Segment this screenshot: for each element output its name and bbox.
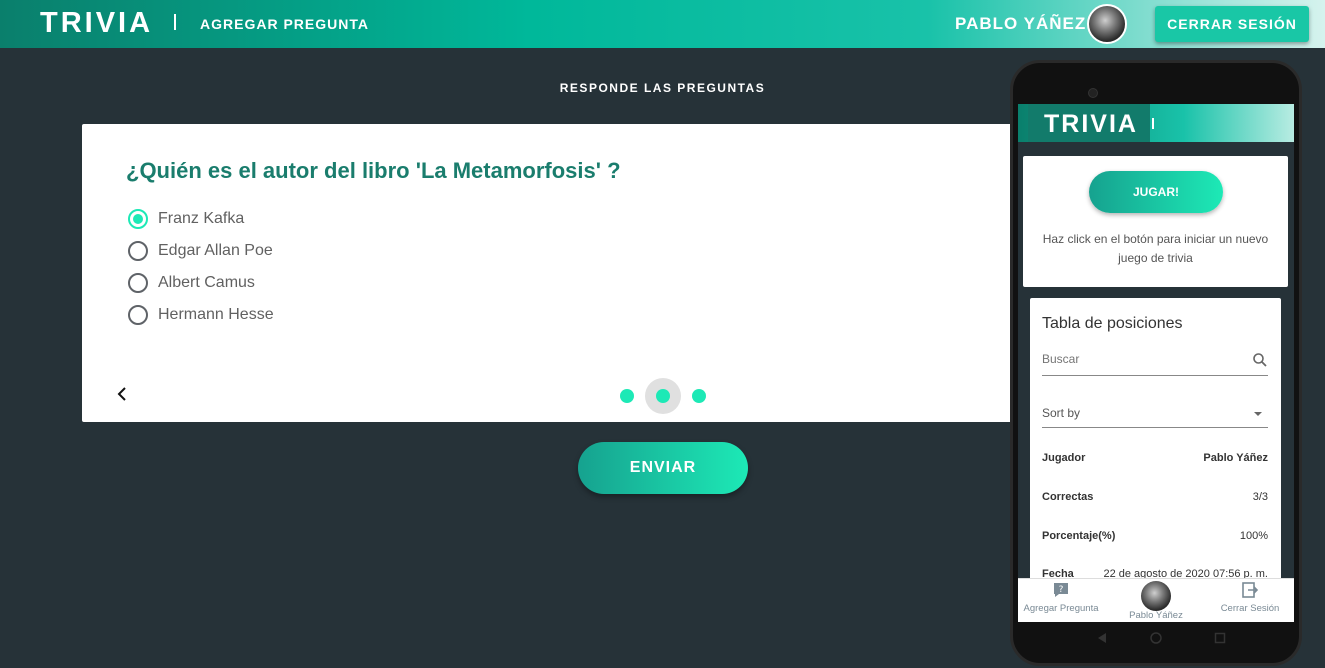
send-button[interactable]: ENVIAR xyxy=(578,442,748,494)
pagination-dot[interactable] xyxy=(692,389,706,403)
radio-checked[interactable] xyxy=(128,209,148,229)
row-value: 100% xyxy=(1239,530,1268,542)
search-input[interactable] xyxy=(1042,352,1242,366)
logout-button[interactable]: CERRAR SESIÓN xyxy=(1155,6,1309,42)
bottom-nav-label: Agregar Pregunta xyxy=(1023,603,1099,614)
row-value: Pablo Yáñez xyxy=(1203,452,1268,464)
radio-unchecked[interactable] xyxy=(128,241,148,261)
row-key: Porcentaje(%) xyxy=(1042,530,1116,542)
answer-label: Hermann Hesse xyxy=(158,306,274,323)
row-value: 3/3 xyxy=(1252,491,1268,503)
bottom-nav-label: Pablo Yáñez xyxy=(1129,610,1183,621)
answer-label: Albert Camus xyxy=(158,274,255,291)
question-text: ¿Quién es el autor del libro 'La Metamor… xyxy=(126,158,621,183)
row-key: Jugador xyxy=(1042,452,1086,464)
app-logo[interactable]: TRIVIA xyxy=(40,7,153,40)
sort-label: Sort by xyxy=(1042,406,1081,420)
mobile-header: TRIVIA xyxy=(1018,104,1294,142)
row-key: Correctas xyxy=(1042,491,1094,503)
search-field xyxy=(1042,346,1268,376)
question-icon: ? xyxy=(1054,583,1068,597)
mobile-app-logo[interactable]: TRIVIA xyxy=(1044,110,1138,139)
pagination-dot[interactable] xyxy=(620,389,634,403)
camera-icon xyxy=(1088,88,1098,98)
bottom-nav-add-question[interactable]: ? Agregar Pregunta xyxy=(1021,581,1101,614)
answer-option[interactable]: Albert Camus xyxy=(128,273,255,293)
radio-unchecked[interactable] xyxy=(128,305,148,325)
search-icon[interactable] xyxy=(1252,352,1268,368)
leaderboard-title: Tabla de posiciones xyxy=(1042,315,1183,332)
svg-text:?: ? xyxy=(1059,585,1064,595)
recents-icon[interactable] xyxy=(1214,632,1226,644)
chevron-left-icon[interactable] xyxy=(114,384,130,404)
answer-option[interactable]: Franz Kafka xyxy=(128,209,244,229)
user-avatar xyxy=(1087,4,1127,44)
phone-mockup: TRIVIA JUGAR! Haz click en el botón para… xyxy=(1010,60,1302,666)
home-icon[interactable] xyxy=(1150,632,1162,644)
phone-system-nav xyxy=(1018,628,1294,652)
nav-divider xyxy=(174,14,176,30)
answer-option[interactable]: Edgar Allan Poe xyxy=(128,241,273,261)
nav-divider xyxy=(1152,118,1154,129)
user-name: PABLO YÁÑEZ xyxy=(955,14,1087,33)
sort-select[interactable]: Sort by xyxy=(1042,400,1268,428)
pagination-dot-active[interactable] xyxy=(656,389,670,403)
play-button[interactable]: JUGAR! xyxy=(1089,171,1223,213)
user-avatar xyxy=(1141,581,1171,611)
question-card: ¿Quién es el autor del libro 'La Metamor… xyxy=(82,124,1012,422)
chevron-down-icon xyxy=(1254,412,1262,416)
mobile-bottom-nav: ? Agregar Pregunta Pablo Yáñez Cerrar Se… xyxy=(1018,578,1294,622)
bottom-nav-logout[interactable]: Cerrar Sesión xyxy=(1210,581,1290,614)
nav-add-question-link[interactable]: AGREGAR PREGUNTA xyxy=(200,16,369,32)
bottom-nav-label: Cerrar Sesión xyxy=(1220,603,1280,614)
play-card: JUGAR! Haz click en el botón para inicia… xyxy=(1023,156,1288,287)
leaderboard-card: Tabla de posiciones Sort by Jugador Pabl… xyxy=(1030,298,1281,598)
radio-unchecked[interactable] xyxy=(128,273,148,293)
answer-label: Edgar Allan Poe xyxy=(158,242,273,259)
bottom-nav-user[interactable]: Pablo Yáñez xyxy=(1116,581,1196,621)
logout-icon xyxy=(1242,582,1259,598)
top-navbar: TRIVIA AGREGAR PREGUNTA PABLO YÁÑEZ CERR… xyxy=(0,0,1325,48)
back-icon[interactable] xyxy=(1096,632,1108,644)
answer-label: Franz Kafka xyxy=(158,210,245,227)
answer-option[interactable]: Hermann Hesse xyxy=(128,305,274,325)
phone-screen: TRIVIA JUGAR! Haz click en el botón para… xyxy=(1018,104,1294,622)
play-description: Haz click en el botón para iniciar un nu… xyxy=(1042,232,1269,265)
